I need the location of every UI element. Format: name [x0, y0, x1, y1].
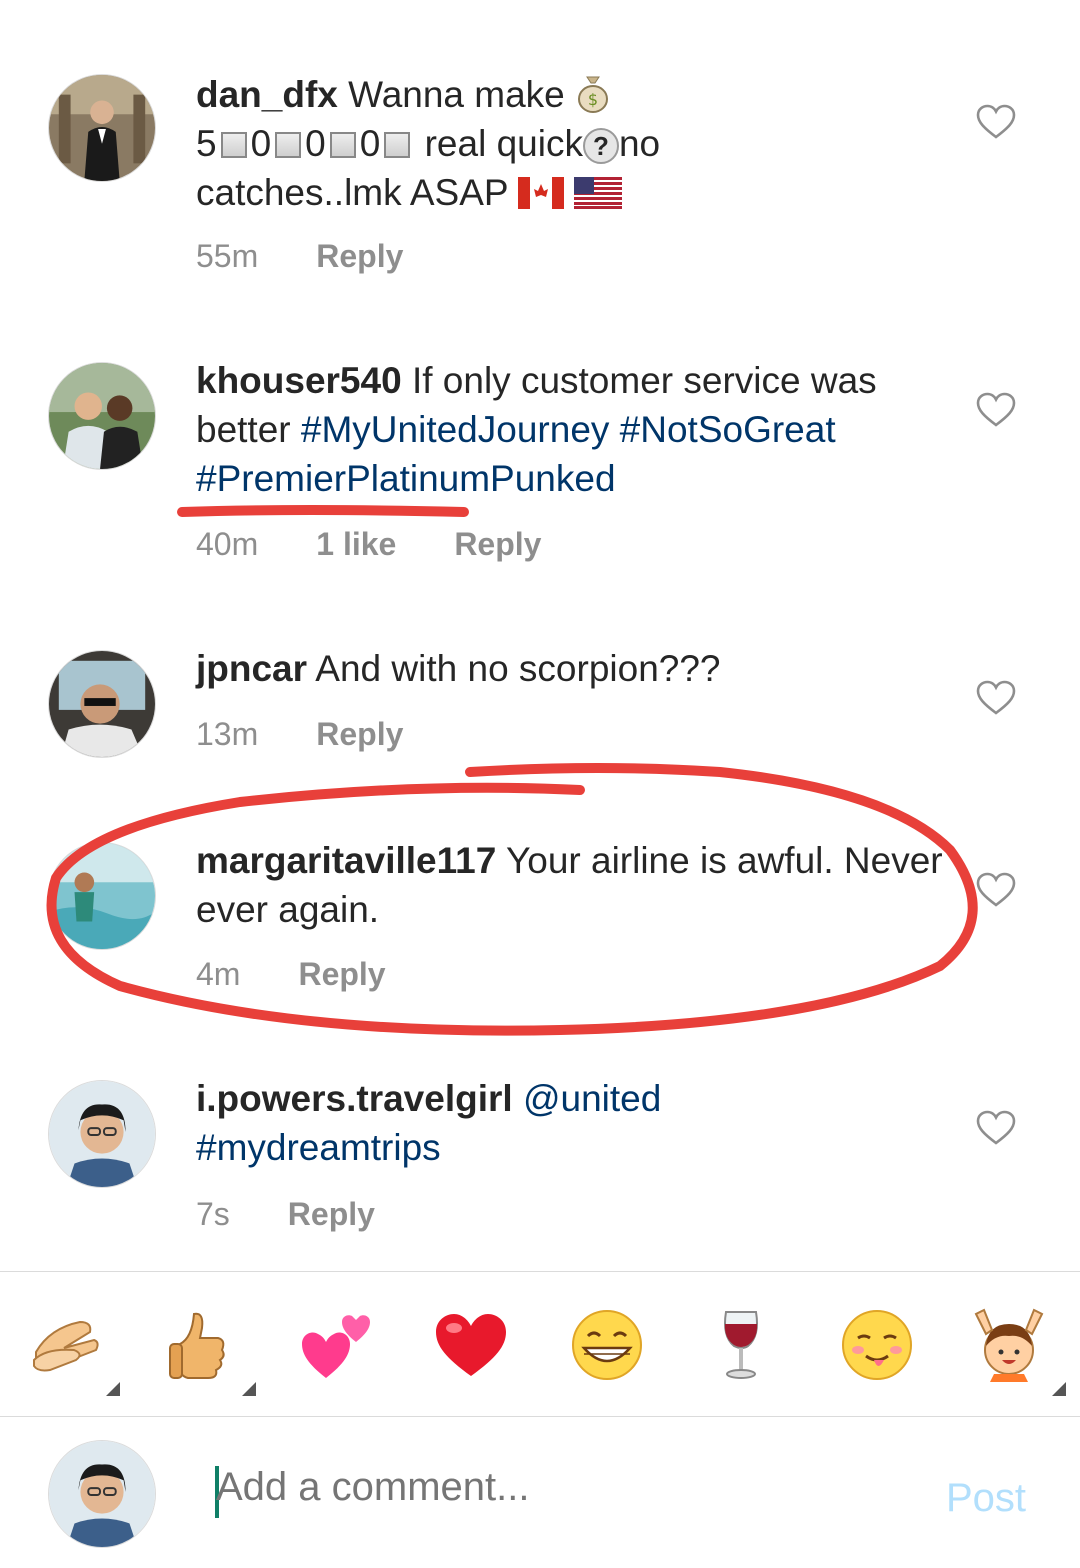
- emoji-quick-bar: [0, 1272, 1080, 1417]
- comment-text: catches..lmk ASAP: [196, 172, 508, 213]
- reply-button[interactable]: Reply: [316, 716, 403, 752]
- comment-text: no: [618, 123, 661, 164]
- comment-meta: 40m 1 like Reply: [196, 526, 599, 563]
- comment-username[interactable]: i.powers.travelgirl: [196, 1078, 513, 1119]
- reply-button[interactable]: Reply: [316, 238, 403, 274]
- avatar[interactable]: [48, 362, 156, 470]
- likes-count[interactable]: 1 like: [316, 526, 396, 562]
- comment-text: 0: [305, 123, 326, 164]
- comment-body: i.powers.travelgirl @united #mydreamtrip…: [196, 1074, 956, 1172]
- canada-flag-icon: [518, 172, 574, 213]
- comment-meta: 13m Reply: [196, 716, 461, 753]
- tongue-face-icon[interactable]: [840, 1308, 914, 1382]
- thumbs-up-icon[interactable]: [164, 1308, 238, 1382]
- comment-text: Wanna make: [348, 74, 565, 115]
- comment-text: real quick: [424, 123, 583, 164]
- comment-text: 0: [359, 123, 381, 164]
- avatar[interactable]: [48, 1080, 156, 1188]
- skin-tone-indicator: [106, 1382, 120, 1396]
- comment-meta: 55m Reply: [196, 238, 461, 275]
- skin-tone-indicator: [242, 1382, 256, 1396]
- clapping-hands-icon[interactable]: [30, 1308, 104, 1382]
- placeholder-box-icon: [384, 132, 411, 158]
- divider: [0, 1416, 1080, 1417]
- comment-text: 0: [250, 123, 272, 164]
- heart-icon[interactable]: [976, 1110, 1016, 1146]
- heart-icon[interactable]: [976, 872, 1016, 908]
- comment-time: 4m: [196, 956, 241, 992]
- avatar[interactable]: [48, 842, 156, 950]
- comment-body: dan_dfx Wanna make $ 5000 real quick? no …: [196, 70, 956, 217]
- heart-icon[interactable]: [976, 680, 1016, 716]
- reply-button[interactable]: Reply: [288, 1196, 375, 1232]
- comment-body: margaritaville117 Your airline is awful.…: [196, 836, 956, 934]
- skin-tone-indicator: [1052, 1382, 1066, 1396]
- heart-icon[interactable]: [976, 104, 1016, 140]
- raised-hands-person-icon[interactable]: [972, 1308, 1046, 1382]
- comment-body: jpncar And with no scorpion???: [196, 644, 956, 693]
- mention-link[interactable]: @united: [523, 1078, 661, 1119]
- comment-username[interactable]: jpncar: [196, 648, 307, 689]
- comment-username[interactable]: dan_dfx: [196, 74, 338, 115]
- reply-button[interactable]: Reply: [454, 526, 541, 562]
- hashtag-link[interactable]: #MyUnitedJourney: [301, 409, 609, 450]
- comment-text: And with no scorpion???: [315, 648, 721, 689]
- two-hearts-icon[interactable]: [300, 1308, 374, 1382]
- current-user-avatar[interactable]: [48, 1440, 156, 1548]
- comment-meta: 4m Reply: [196, 956, 444, 993]
- hashtag-link[interactable]: #NotSoGreat: [620, 409, 836, 450]
- post-button[interactable]: Post: [946, 1476, 1026, 1521]
- underline-annotation: [177, 505, 469, 517]
- comment-username[interactable]: khouser540: [196, 360, 402, 401]
- hashtag-link[interactable]: #PremierPlatinumPunked: [196, 458, 616, 499]
- grinning-face-icon[interactable]: [570, 1308, 644, 1382]
- comment-time: 7s: [196, 1196, 230, 1232]
- avatar[interactable]: [48, 650, 156, 758]
- comment-composer: Post: [0, 1418, 1080, 1568]
- comment-username[interactable]: margaritaville117: [196, 840, 496, 881]
- comment-meta: 7s Reply: [196, 1196, 433, 1233]
- svg-text:$: $: [588, 90, 598, 109]
- comment-text: 5: [196, 123, 217, 164]
- placeholder-box-icon: [329, 132, 356, 158]
- comment-time: 40m: [196, 526, 259, 562]
- comment-body: khouser540 If only customer service was …: [196, 356, 956, 503]
- heart-icon[interactable]: [976, 392, 1016, 428]
- wine-glass-icon[interactable]: [704, 1308, 778, 1382]
- reply-button[interactable]: Reply: [298, 956, 385, 992]
- us-flag-icon: [574, 172, 623, 213]
- placeholder-box-icon: [275, 132, 302, 158]
- red-heart-icon[interactable]: [434, 1308, 508, 1382]
- avatar[interactable]: [48, 74, 156, 182]
- placeholder-box-icon: [220, 132, 247, 158]
- comment-time: 55m: [196, 238, 259, 274]
- hashtag-link[interactable]: #mydreamtrips: [196, 1127, 441, 1168]
- money-bag-icon: $: [575, 74, 611, 115]
- comment-time: 13m: [196, 716, 259, 752]
- question-mark-icon: ?: [582, 128, 619, 165]
- comment-input[interactable]: [214, 1464, 818, 1511]
